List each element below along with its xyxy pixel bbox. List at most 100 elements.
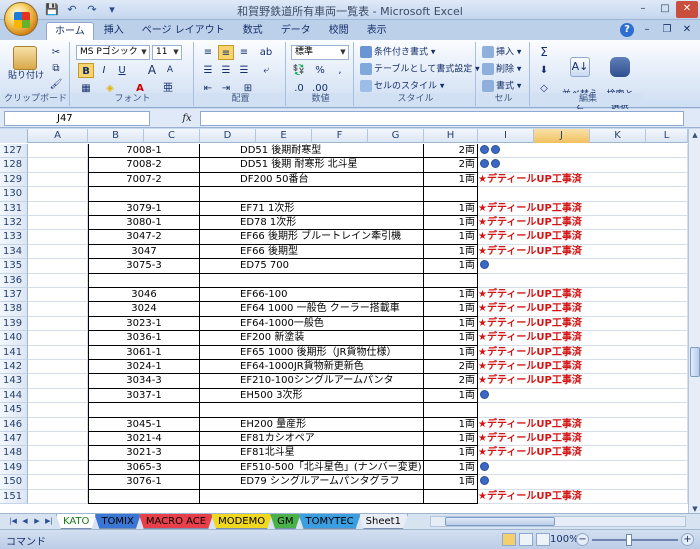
customize-qat-icon[interactable]: ▾ [104, 3, 120, 17]
cell-l[interactable] [646, 259, 688, 274]
cell-quantity[interactable] [424, 187, 478, 202]
row-header[interactable]: 142 [0, 360, 28, 375]
column-header-k[interactable]: K [590, 129, 646, 143]
cell-l[interactable] [646, 388, 688, 404]
cell-quantity[interactable]: 1両 [424, 230, 478, 245]
cell-a[interactable] [28, 316, 88, 332]
cell-name[interactable]: EF510-500「北斗星色」(ナンバー変更) [200, 460, 424, 476]
name-box[interactable]: J47 [4, 111, 150, 126]
zoom-out-button[interactable]: − [576, 533, 589, 546]
cell-quantity[interactable]: 1両 [424, 302, 478, 317]
cell-quantity[interactable]: 1両 [424, 345, 478, 360]
cell-status[interactable]: ★デティールUP工事済 [478, 432, 646, 447]
cell-l[interactable] [646, 345, 688, 360]
cell-quantity[interactable] [424, 489, 478, 504]
cell-code[interactable]: 3023-1 [88, 316, 200, 332]
insert-function-button[interactable]: fx [176, 111, 198, 126]
row-header[interactable]: 150 [0, 475, 28, 490]
cell-name[interactable] [200, 403, 424, 418]
grow-font-button[interactable]: A [144, 63, 160, 78]
cell-quantity[interactable]: 2両 [424, 144, 478, 159]
cell-a[interactable] [28, 388, 88, 404]
row-header[interactable]: 131 [0, 201, 28, 216]
cell-a[interactable] [28, 187, 88, 202]
cell-name[interactable]: EH200 量産形 [200, 417, 424, 432]
cell-code[interactable]: 3021-4 [88, 432, 200, 447]
cell-a[interactable] [28, 331, 88, 346]
cell-code[interactable]: 3061-1 [88, 345, 200, 360]
cell-code[interactable]: 3021-3 [88, 446, 200, 461]
cell-l[interactable] [646, 230, 688, 245]
cell-l[interactable] [646, 187, 688, 202]
next-sheet-icon[interactable]: ▶ [32, 516, 42, 527]
row-header[interactable]: 143 [0, 374, 28, 389]
zoom-in-button[interactable]: + [681, 533, 694, 546]
formula-input[interactable] [200, 111, 684, 126]
cell-l[interactable] [646, 432, 688, 447]
ribbon-minimize-icon[interactable]: – [640, 23, 654, 37]
cell-name[interactable]: EF64-1000JR貨物新更新色 [200, 360, 424, 375]
cell-code[interactable]: 3047-2 [88, 230, 200, 245]
cell-quantity[interactable] [424, 273, 478, 288]
cell-l[interactable] [646, 244, 688, 260]
cell-code[interactable] [88, 403, 200, 418]
comma-button[interactable]: , [332, 63, 348, 78]
worksheet-grid[interactable]: ABCDEFGHIJKL 127 7008-1 DD51 後期耐寒型 2両 128 700… [0, 129, 688, 513]
cell-name[interactable]: EF66 後期形 ブルートレイン牽引機 [200, 230, 424, 245]
number-format-combo[interactable]: 標準 ▼ [291, 45, 349, 60]
cell-code[interactable]: 3075-3 [88, 259, 200, 274]
cell-quantity[interactable]: 1両 [424, 417, 478, 432]
zoom-level[interactable]: 100% [550, 534, 579, 545]
cell-l[interactable] [646, 144, 688, 159]
cell-a[interactable] [28, 273, 88, 288]
tab-insert[interactable]: 挿入 [96, 22, 132, 40]
row-header[interactable]: 130 [0, 187, 28, 202]
orientation-icon[interactable]: ab [258, 45, 274, 60]
cell-l[interactable] [646, 316, 688, 332]
row-header[interactable]: 133 [0, 230, 28, 245]
paste-button[interactable]: 貼り付け [8, 46, 44, 82]
close-button[interactable]: ✕ [676, 1, 698, 18]
tab-page-layout[interactable]: ページ レイアウト [134, 22, 233, 40]
ribbon-close-icon[interactable]: ✕ [680, 23, 694, 37]
sheet-tab[interactable]: GM [270, 514, 300, 529]
save-icon[interactable]: 💾 [44, 3, 60, 17]
zoom-slider-thumb[interactable] [626, 534, 632, 546]
row-header[interactable]: 127 [0, 144, 28, 159]
cell-code[interactable]: 3047 [88, 244, 200, 260]
cell-code[interactable]: 3045-1 [88, 417, 200, 432]
cell-a[interactable] [28, 475, 88, 490]
row-header[interactable]: 149 [0, 460, 28, 476]
column-header-i[interactable]: I [478, 129, 534, 143]
tab-view[interactable]: 表示 [359, 22, 395, 40]
cell-a[interactable] [28, 244, 88, 260]
row-header[interactable]: 148 [0, 446, 28, 461]
cell-status[interactable]: ★デティールUP工事済 [478, 418, 646, 432]
cell-quantity[interactable]: 1両 [424, 316, 478, 332]
cell-status[interactable] [478, 461, 646, 476]
cell-l[interactable] [646, 201, 688, 216]
bold-button[interactable]: B [78, 63, 94, 78]
cell-a[interactable] [28, 216, 88, 231]
column-header-f[interactable]: F [312, 129, 368, 143]
row-header[interactable]: 145 [0, 403, 28, 418]
scroll-up-icon[interactable]: ▲ [689, 129, 700, 141]
cell-a[interactable] [28, 144, 88, 159]
cell-quantity[interactable]: 1両 [424, 432, 478, 447]
column-header-a[interactable]: A [28, 129, 88, 143]
last-sheet-icon[interactable]: ▶| [44, 516, 54, 527]
row-header[interactable]: 147 [0, 432, 28, 447]
cell-l[interactable] [646, 288, 688, 303]
format-cells-button[interactable]: 書式 ▾ [482, 80, 521, 93]
currency-icon[interactable]: 💱 [291, 63, 307, 78]
cell-status[interactable]: ★デティールUP工事済 [478, 230, 646, 245]
cell-quantity[interactable]: 2両 [424, 374, 478, 389]
cell-l[interactable] [646, 216, 688, 231]
row-header[interactable]: 136 [0, 273, 28, 288]
row-header[interactable]: 135 [0, 259, 28, 274]
align-middle-icon[interactable]: ≡ [218, 45, 234, 60]
cell-status[interactable] [478, 403, 646, 418]
sheet-tab[interactable]: KATO [56, 514, 96, 529]
cell-quantity[interactable]: 1両 [424, 460, 478, 476]
cell-status[interactable]: ★デティールUP工事済 [478, 216, 646, 231]
